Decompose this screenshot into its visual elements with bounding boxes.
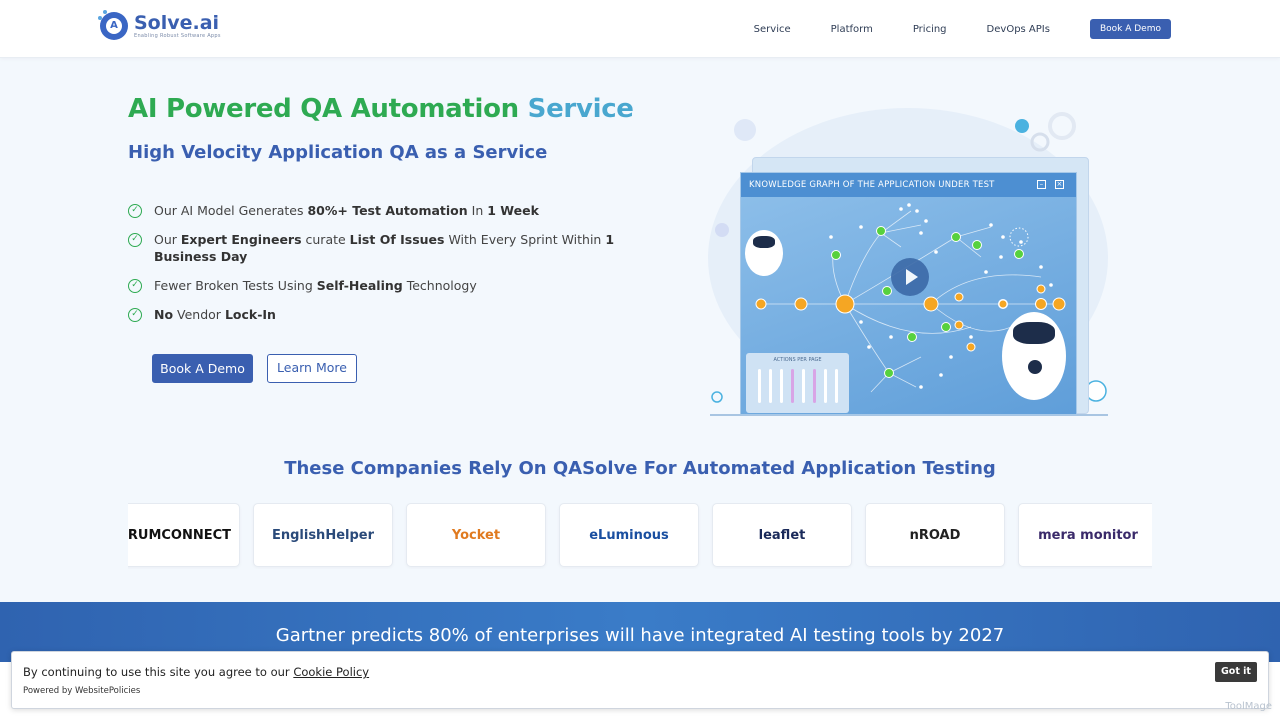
logo-name: Solve.ai	[134, 12, 220, 34]
feature-item: ✓ Fewer Broken Tests Using Self-Healing T…	[128, 277, 628, 294]
company-logo: EnglishHelper	[253, 503, 393, 567]
nav-item-pricing[interactable]: Pricing	[913, 24, 947, 35]
actions-per-page-card: ACTIONS PER PAGE	[746, 353, 849, 413]
panel-title-text: KNOWLEDGE GRAPH OF THE APPLICATION UNDER…	[749, 180, 995, 190]
feature-list: ✓ Our AI Model Generates 80%+ Test Automa…	[128, 202, 628, 335]
logo-mark-icon: A	[98, 10, 128, 40]
close-icon[interactable]: ×	[1055, 180, 1064, 189]
hero-title-green: AI Powered QA Automation	[128, 94, 519, 124]
cookie-policy-link[interactable]: Cookie Policy	[293, 665, 369, 679]
panel-title: KNOWLEDGE GRAPH OF THE APPLICATION UNDER…	[741, 173, 1076, 197]
company-logo-name: eLuminous	[589, 527, 669, 543]
company-logo-name: SCRUMCONNECT	[128, 527, 232, 543]
feature-item: ✓ Our Expert Engineers curate List Of Iss…	[128, 231, 628, 265]
play-video-button[interactable]	[891, 258, 929, 296]
company-logo: nROAD	[865, 503, 1005, 567]
hero-subtitle: High Velocity Application QA as a Servic…	[128, 142, 548, 163]
company-logo: SCRUMCONNECT	[128, 503, 240, 567]
nav-item-platform[interactable]: Platform	[831, 24, 873, 35]
feature-text: Our AI Model Generates 80%+ Test Automat…	[154, 203, 539, 218]
learn-more-button[interactable]: Learn More	[267, 354, 357, 383]
nav-book-demo-button[interactable]: Book A Demo	[1089, 19, 1171, 39]
feature-text: Our Expert Engineers curate List Of Issu…	[154, 232, 615, 264]
company-logo: Yocket	[406, 503, 546, 567]
knowledge-graph-illustration: KNOWLEDGE GRAPH OF THE APPLICATION UNDER…	[700, 100, 1120, 420]
check-icon: ✓	[128, 279, 142, 293]
main-nav: Service Platform Pricing DevOps APIs Boo…	[714, 19, 1171, 39]
company-logo-name: leaflet	[758, 527, 806, 543]
company-logo-name: mera monitor	[1038, 527, 1138, 543]
company-logo-name: Yocket	[451, 527, 501, 543]
nav-item-devops-apis[interactable]: DevOps APIs	[987, 24, 1050, 35]
cookie-accept-button[interactable]: Got it	[1215, 662, 1257, 682]
nav-item-service[interactable]: Service	[754, 24, 791, 35]
watermark: ToolMage	[1225, 701, 1272, 712]
hero-title: AI Powered QA Automation Service	[128, 94, 634, 124]
book-demo-button[interactable]: Book A Demo	[152, 354, 253, 383]
company-logo: eLuminous	[559, 503, 699, 567]
cookie-message: By continuing to use this site you agree…	[23, 665, 369, 679]
check-icon: ✓	[128, 233, 142, 247]
cookie-powered-by: Powered by WebsitePolicies	[23, 686, 141, 696]
check-icon: ✓	[128, 204, 142, 218]
logo[interactable]: A Solve.ai Enabling Robust Software Apps	[98, 10, 221, 40]
cookie-message-text: By continuing to use this site you agree…	[23, 665, 294, 679]
gartner-text: Gartner predicts 80% of enterprises will…	[275, 625, 1005, 646]
hero-title-blue: Service	[527, 94, 634, 124]
minimize-icon[interactable]: –	[1037, 180, 1046, 189]
actions-bars	[746, 369, 849, 403]
feature-text: No Vendor Lock-In	[154, 307, 276, 322]
company-logo: leaflet	[712, 503, 852, 567]
cookie-banner: By continuing to use this site you agree…	[11, 651, 1269, 709]
company-logos-carousel: SCRUMCONNECT EnglishHelper Yocket eLuminous…	[128, 503, 1152, 569]
site-header: A Solve.ai Enabling Robust Software Apps…	[0, 0, 1280, 58]
feature-item: ✓ No Vendor Lock-In	[128, 306, 628, 323]
company-logo: mera monitor	[1018, 503, 1152, 567]
company-logo-name: nROAD	[909, 527, 961, 543]
company-logo-name: EnglishHelper	[271, 527, 375, 543]
check-icon: ✓	[128, 308, 142, 322]
actions-per-page-label: ACTIONS PER PAGE	[773, 357, 822, 363]
small-robot-icon	[745, 230, 783, 276]
feature-text: Fewer Broken Tests Using Self-Healing Te…	[154, 278, 477, 293]
logo-tagline: Enabling Robust Software Apps	[134, 33, 221, 39]
feature-item: ✓ Our AI Model Generates 80%+ Test Automa…	[128, 202, 628, 219]
large-robot-icon	[1002, 312, 1066, 400]
companies-title: These Companies Rely On QASolve For Auto…	[284, 458, 996, 479]
